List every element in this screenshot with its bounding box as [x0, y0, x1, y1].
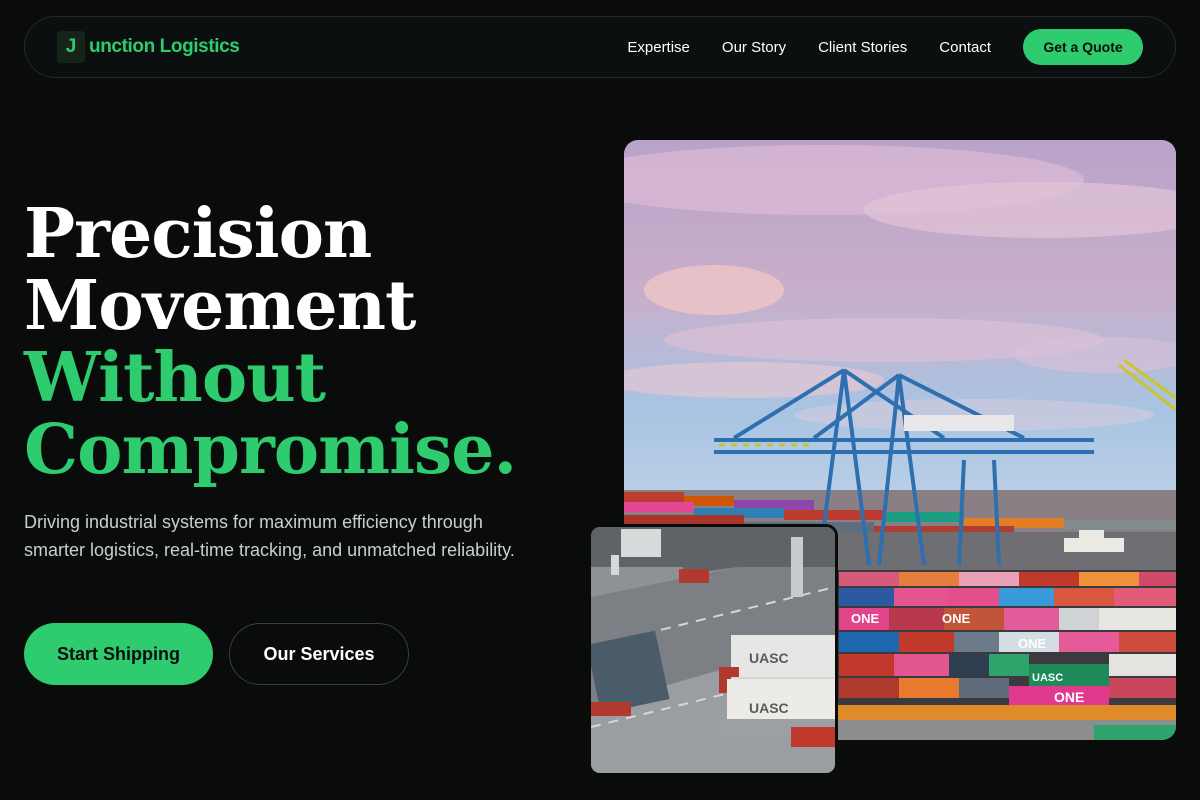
nav-link-our-story[interactable]: Our Story — [722, 39, 786, 56]
logo-mark: J — [57, 31, 85, 63]
hero-headline: Precision Movement Without Compromise. — [24, 198, 584, 486]
hero-subtext: Driving industrial systems for maximum e… — [24, 512, 515, 560]
terminal-image: UASC UASC — [588, 524, 838, 776]
start-shipping-button[interactable]: Start Shipping — [24, 623, 213, 685]
nav-link-contact[interactable]: Contact — [939, 39, 991, 56]
our-services-button[interactable]: Our Services — [229, 623, 409, 685]
nav-link-expertise[interactable]: Expertise — [627, 39, 690, 56]
headline-line-4: Compromise. — [24, 410, 517, 490]
headline-line-2: Movement — [24, 266, 416, 346]
terminal-illustration: UASC UASC — [591, 527, 835, 773]
container-label-one-2: ONE — [942, 611, 971, 626]
container-label-one-4: ONE — [1054, 689, 1084, 705]
container-label-one-3: ONE — [1018, 636, 1047, 651]
headline-line-3: Without — [24, 338, 326, 418]
container-label-uasc: UASC — [1032, 672, 1063, 684]
navbar: J unction Logistics Expertise Our Story … — [24, 16, 1176, 78]
inset-container-label-2: UASC — [749, 700, 789, 716]
page: J unction Logistics Expertise Our Story … — [0, 0, 1200, 800]
container-label-one-1: ONE — [851, 611, 880, 626]
get-quote-button[interactable]: Get a Quote — [1023, 29, 1143, 65]
logo[interactable]: J unction Logistics — [57, 31, 240, 63]
headline-line-1: Precision — [24, 194, 372, 274]
logo-text: unction Logistics — [89, 36, 240, 57]
nav-link-client-stories[interactable]: Client Stories — [818, 39, 907, 56]
inset-container-label-1: UASC — [749, 650, 789, 666]
nav-links: Expertise Our Story Client Stories Conta… — [595, 29, 1143, 65]
